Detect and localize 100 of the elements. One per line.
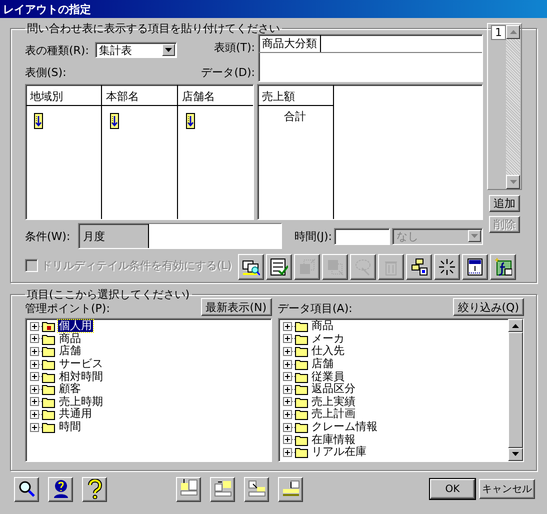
scroll-up-icon [510,30,516,34]
layout-button[interactable] [244,476,269,502]
group-label: 問い合わせ表に表示する項目を貼り付けてください [26,21,281,36]
scroll-down-icon [510,180,516,184]
folder-icon [42,332,56,345]
tree-item[interactable]: サービス [58,358,104,370]
sort-arrow-icon [110,113,119,129]
table-cell-text: 合計 [283,109,307,124]
folder-icon [42,345,56,358]
sort-arrow-icon [34,113,43,129]
folder-icon [42,370,56,383]
tool-button[interactable] [82,476,107,502]
tree-item[interactable]: 店舗 [58,345,82,358]
folder-icon [294,396,308,408]
tree-item[interactable]: 返品区分 [310,383,356,396]
tree-item[interactable]: 売上時期 [58,396,104,408]
field-label: 時間(J): [294,228,332,244]
folder-icon [294,370,308,383]
tree-item[interactable]: 時間 [58,421,82,434]
data-drop-area[interactable]: 売上額 合計 [257,84,483,220]
tool-button[interactable] [14,476,39,502]
search-icon [16,479,36,499]
document-check-icon [270,258,288,276]
tree-item[interactable]: リアル在庫 [310,446,368,458]
folder-icon [294,446,308,458]
toolbar-button[interactable] [238,254,264,280]
toolbar-button[interactable] [434,254,460,280]
cancel-button[interactable]: キャンセル [479,479,535,499]
folder-icon [42,383,56,396]
tree-item[interactable]: 売上計画 [310,408,356,420]
folder-icon [294,421,308,434]
folder-icon [294,408,308,420]
ok-button[interactable]: OK [430,479,475,499]
table-type-dropdown[interactable]: 集計表 [94,42,177,58]
tree-item[interactable]: 仕入先 [310,345,346,358]
page-number: 1 [491,25,506,40]
toolbar-button[interactable] [490,254,516,280]
field-label: データ項目(A): [278,301,352,316]
scroll-up-icon [512,324,519,328]
window-title: レイアウトの指定 [3,2,91,16]
tree-item[interactable]: クレーム情報 [310,421,378,434]
sort-arrow-icon [186,113,195,129]
tree-item[interactable]: 売上実績 [310,396,356,408]
filter-button[interactable]: 絞り込み(Q) [452,298,524,316]
add-button[interactable]: 追加 [489,195,520,212]
tree-item[interactable]: メーカ [310,332,346,345]
toolbar-button[interactable] [266,254,292,280]
folder-icon [42,421,56,434]
panel-arrow-icon [212,479,232,499]
function-icon [494,258,512,276]
scrollbar[interactable] [508,319,523,461]
group-label: 項目(ここから選択してください) [26,287,191,302]
field-label: 管理ポイント(P): [25,301,110,316]
tree-item[interactable]: 店舗 [310,358,334,370]
toolbar-button[interactable] [462,254,488,280]
toolbar-button[interactable] [406,254,432,280]
time-input[interactable] [334,228,390,244]
layout-button[interactable] [210,476,235,502]
burst-icon [438,258,456,276]
tool-button[interactable] [48,476,73,502]
layout-button[interactable] [278,476,303,502]
folder-icon [42,408,56,420]
tree-item[interactable]: 商品 [310,320,334,332]
column-header: 地域別 [26,85,101,106]
tree-item[interactable]: 従業員 [310,370,346,383]
folder-icon [294,332,308,345]
blocks-icon [410,258,428,276]
side-drop-area[interactable]: 地域別 本部名 店舗名 [25,84,254,220]
scrollbar[interactable] [506,25,520,189]
condition-field[interactable]: 月度 [78,223,282,249]
dropdown-arrow-icon [470,234,478,238]
folder-icon [294,345,308,358]
calendar-icon [466,258,484,276]
tree-item[interactable]: 顧客 [58,383,82,396]
layout-button[interactable] [176,476,201,502]
folder-icon [294,358,308,370]
window-magnifier-icon [242,258,260,276]
tree-item[interactable]: 相対時間 [58,370,104,383]
table-cell: 商品大分類 [259,35,321,52]
column-header: 売上額 [258,85,333,106]
folder-icon [42,396,56,408]
dropdown-arrow-icon [164,48,172,52]
field-label: 条件(W): [25,228,70,244]
column-header: 店舗名 [178,85,253,106]
tree-item[interactable]: 在庫情報 [310,434,356,446]
folder-icon [294,320,308,332]
field-label: 表頭(T): [214,40,255,55]
header-drop-area[interactable]: 商品大分類 [258,34,483,82]
folder-icon [294,434,308,446]
column-header: 本部名 [102,85,177,106]
tree-item[interactable]: 商品 [58,332,82,345]
checkbox-label: ドリルディテイル条件を有効にする(L) [41,258,232,273]
scroll-down-icon [512,452,519,456]
tree-item[interactable]: 共通用 [58,408,93,420]
refresh-button[interactable]: 最新表示(N) [200,298,272,316]
field-label: 表側(S): [25,65,68,81]
tree-item[interactable]: 個人用 [58,320,93,332]
panel-arrow-icon [246,479,266,499]
field-label: 表の種類(R): [25,42,89,58]
field-label: データ(D): [201,65,255,80]
